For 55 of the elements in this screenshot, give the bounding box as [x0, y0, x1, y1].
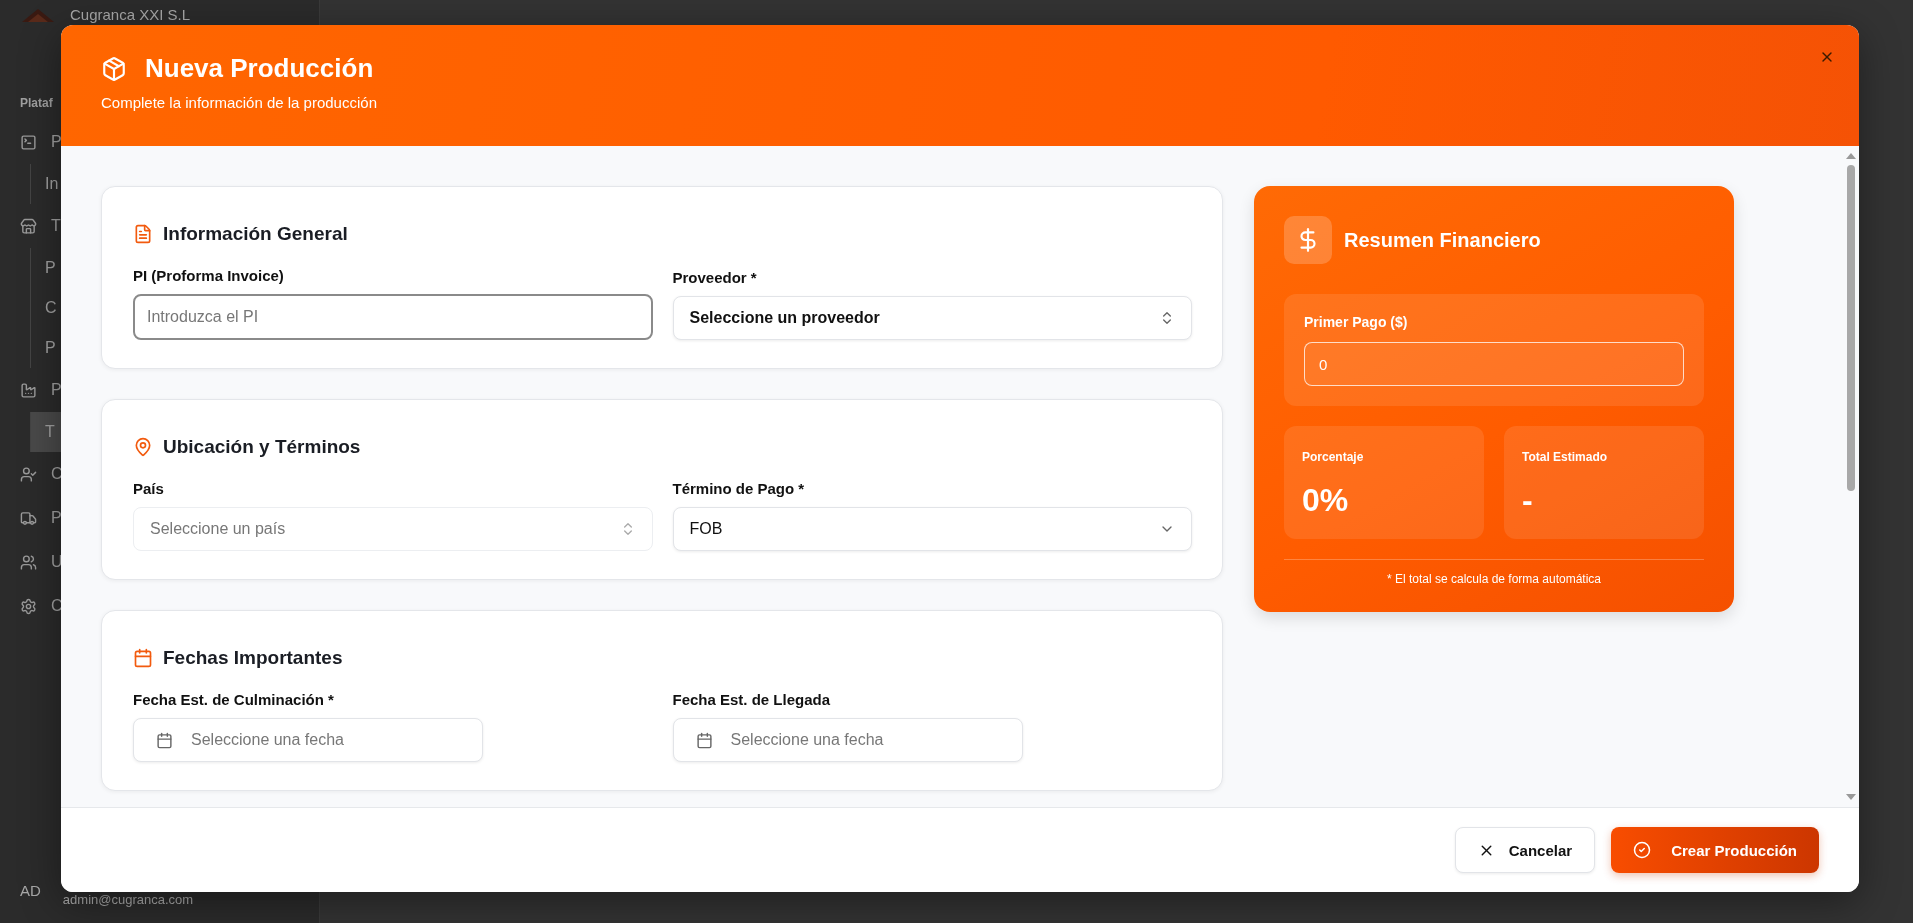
- select-field[interactable]: FOB: [672, 507, 1192, 551]
- dollar-icon: [1284, 216, 1332, 264]
- input-field[interactable]: Introduzca el PI: [133, 294, 653, 340]
- document-icon: [133, 224, 153, 244]
- stat-value: 0%: [1302, 482, 1350, 519]
- store-icon: [20, 217, 37, 235]
- field-label: Primer Pago ($): [1304, 314, 1409, 330]
- user-check-icon: [20, 465, 37, 483]
- settings-icon: [20, 597, 37, 615]
- nav-item[interactable]: P: [20, 120, 68, 164]
- nav-subitem[interactable]: T: [30, 412, 61, 452]
- calendar-icon: [695, 731, 713, 749]
- date-field[interactable]: Seleccione una fecha: [133, 718, 483, 762]
- user-email: admin@cugranca.com: [62, 892, 194, 907]
- cancel-button[interactable]: Cancelar: [1454, 827, 1596, 873]
- stat-label: Porcentaje: [1302, 450, 1365, 464]
- date-field[interactable]: Seleccione una fecha: [672, 718, 1023, 762]
- terminal-icon: [20, 133, 37, 151]
- create-button[interactable]: Crear Producción: [1611, 827, 1819, 873]
- section-label: Plataf: [20, 96, 53, 110]
- card-title: Fechas Importantes: [163, 647, 343, 669]
- check-circle-icon: [1633, 841, 1652, 859]
- field-label: Fecha Est. de Culminación *: [133, 691, 335, 708]
- nav-item[interactable]: T: [20, 204, 67, 248]
- dialog-subtitle: Complete la información de la producción: [101, 94, 378, 111]
- calendar-icon: [133, 648, 153, 668]
- select-field[interactable]: Seleccione un proveedor: [672, 296, 1192, 340]
- summary-note: * El total se calcula de forma automática: [1284, 559, 1704, 586]
- payment-input[interactable]: 0: [1304, 342, 1684, 386]
- company-name: Cugranca XXI S.L: [70, 6, 191, 24]
- field-label: Fecha Est. de Llegada: [672, 691, 832, 708]
- scrollbar-thumb[interactable]: [1847, 165, 1855, 491]
- card-title: Ubicación y Términos: [163, 436, 361, 458]
- user-initials: AD: [20, 882, 41, 899]
- factory-icon: [20, 381, 37, 399]
- stat-label: Total Estimado: [1522, 450, 1609, 464]
- nav-item[interactable]: U: [20, 540, 69, 584]
- scroll-down-icon[interactable]: [1846, 794, 1856, 801]
- field-label: PI (Proforma Invoice): [133, 267, 285, 284]
- nav-item[interactable]: P: [20, 496, 68, 540]
- field-label: País: [133, 480, 165, 497]
- stat-value: -: [1522, 482, 1534, 519]
- nav-item[interactable]: P: [20, 368, 68, 412]
- logo-icon: [20, 6, 56, 24]
- scroll-up-icon[interactable]: [1846, 152, 1856, 159]
- dialog-title: Nueva Producción: [145, 53, 374, 84]
- field-label: Proveedor *: [672, 269, 758, 286]
- truck-icon: [20, 509, 37, 527]
- card-title: Información General: [163, 223, 348, 245]
- package-icon: [101, 55, 127, 82]
- calendar-icon: [156, 731, 173, 749]
- map-pin-icon: [133, 437, 153, 457]
- field-label: Término de Pago *: [672, 480, 806, 497]
- users-icon: [20, 553, 37, 571]
- summary-title: Resumen Financiero: [1344, 228, 1541, 252]
